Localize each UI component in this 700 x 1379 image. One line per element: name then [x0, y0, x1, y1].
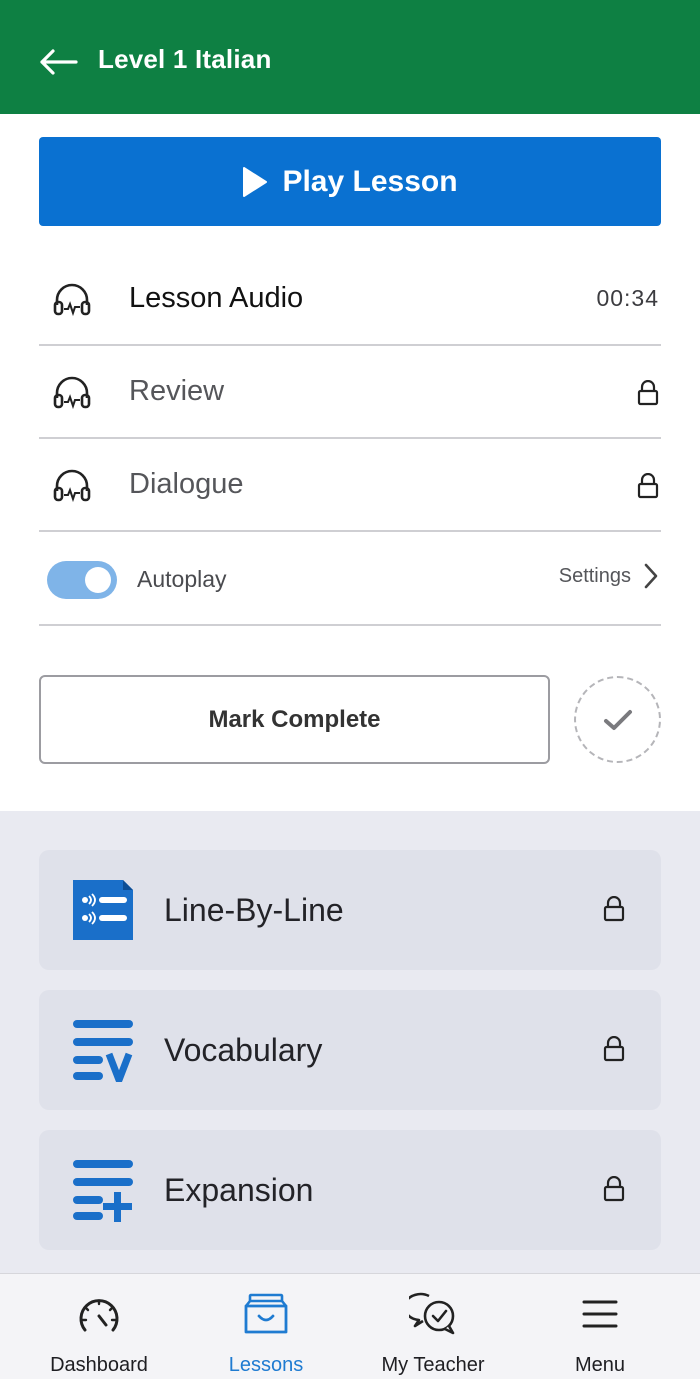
headphones-icon: [53, 469, 91, 503]
lock-icon: [637, 380, 659, 406]
card-label: Vocabulary: [164, 1032, 323, 1068]
autoplay-toggle[interactable]: [47, 561, 117, 599]
track-label: Review: [129, 375, 225, 407]
track-label: Lesson Audio: [129, 282, 304, 314]
lock-icon: [637, 473, 659, 499]
chevron-right-icon: [644, 563, 658, 589]
line-by-line-icon: [73, 880, 133, 940]
card-vocabulary[interactable]: Vocabulary: [39, 990, 661, 1110]
expansion-icon: [73, 1160, 133, 1222]
page-title: Level 1 Italian: [98, 44, 272, 74]
chat-bubbles-icon: [409, 1292, 455, 1335]
settings-link[interactable]: Settings: [559, 563, 659, 589]
tab-label: Dashboard: [50, 1354, 148, 1376]
play-icon: [243, 166, 268, 197]
card-expansion[interactable]: Expansion: [39, 1130, 661, 1250]
mark-complete-label: Mark Complete: [208, 705, 381, 733]
tab-menu[interactable]: Menu: [515, 1274, 685, 1379]
complete-check-button[interactable]: [574, 676, 661, 763]
track-row-lesson-audio[interactable]: Lesson Audio 00:34: [39, 253, 661, 346]
tab-label: Lessons: [228, 1354, 304, 1376]
app-header: Level 1 Italian: [0, 0, 700, 114]
lock-icon: [603, 1036, 625, 1062]
lock-icon: [603, 1176, 625, 1202]
back-button[interactable]: [36, 42, 80, 82]
track-label: Dialogue: [129, 468, 244, 500]
play-lesson-label: Play Lesson: [282, 164, 458, 198]
hamburger-menu-icon: [582, 1300, 618, 1328]
lessons-box-icon: [244, 1293, 288, 1334]
tab-lessons[interactable]: Lessons: [181, 1274, 351, 1379]
play-lesson-button[interactable]: Play Lesson: [39, 137, 661, 226]
dashboard-gauge-icon: [79, 1299, 119, 1332]
autoplay-row: Autoplay Settings: [39, 533, 661, 626]
tab-dashboard[interactable]: Dashboard: [14, 1274, 184, 1379]
bottom-tab-bar: Dashboard Lessons My Teacher Menu: [0, 1273, 700, 1379]
checkmark-icon: [603, 709, 632, 730]
autoplay-label: Autoplay: [137, 566, 227, 592]
settings-label: Settings: [558, 564, 631, 587]
track-duration: 00:34: [596, 285, 659, 311]
lock-icon: [603, 896, 625, 922]
tab-label: Menu: [574, 1354, 626, 1376]
card-line-by-line[interactable]: Line-By-Line: [39, 850, 661, 970]
card-label: Line-By-Line: [164, 892, 344, 928]
vocabulary-icon: [73, 1020, 133, 1082]
headphones-icon: [53, 376, 91, 410]
toggle-knob: [85, 567, 111, 593]
arrow-left-icon: [40, 49, 78, 75]
track-row-dialogue[interactable]: Dialogue: [39, 439, 661, 532]
tab-my-teacher[interactable]: My Teacher: [348, 1274, 518, 1379]
headphones-icon: [53, 283, 91, 317]
track-row-review[interactable]: Review: [39, 346, 661, 439]
tab-label: My Teacher: [381, 1354, 485, 1376]
card-label: Expansion: [164, 1172, 314, 1208]
mark-complete-button[interactable]: Mark Complete: [39, 675, 550, 764]
